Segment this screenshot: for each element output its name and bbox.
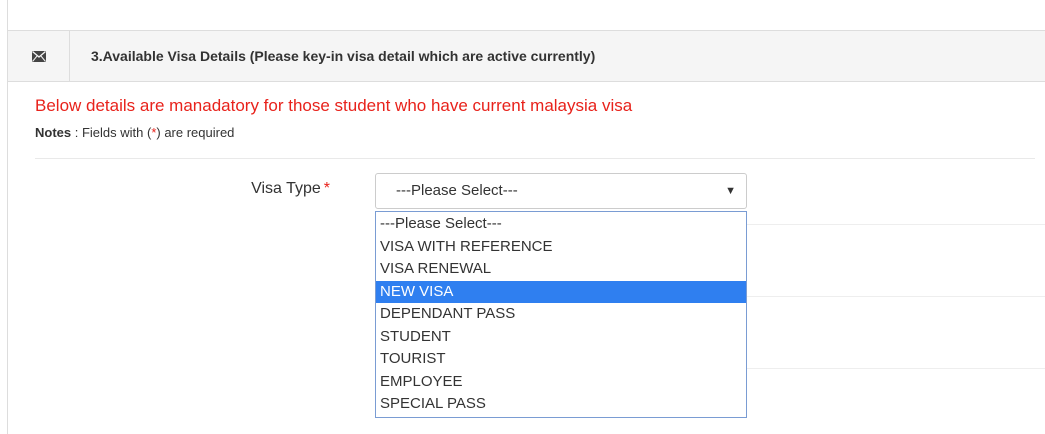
notes-line: Notes : Fields with (*) are required	[35, 125, 234, 140]
notes-text-before: : Fields with (	[71, 125, 152, 140]
dropdown-option[interactable]: NEW VISA	[376, 280, 746, 303]
panel-title: 3.Available Visa Details (Please key-in …	[91, 48, 596, 64]
mandatory-message: Below details are manadatory for those s…	[35, 96, 633, 115]
visa-type-selected-value: ---Please Select---	[396, 182, 518, 199]
dropdown-option[interactable]: EMPLOYEE	[376, 371, 746, 394]
panel-header: 3.Available Visa Details (Please key-in …	[8, 30, 1045, 82]
page: 3.Available Visa Details (Please key-in …	[0, 0, 1045, 434]
notes-text-after: ) are required	[156, 125, 235, 140]
blank-area	[28, 213, 353, 418]
dropdown-option[interactable]: SPECIAL PASS	[376, 393, 746, 416]
visa-type-dropdown-list[interactable]: ---Please Select--- VISA WITH REFERENCE VI…	[375, 211, 747, 418]
dropdown-option[interactable]: TOURIST	[376, 348, 746, 371]
form-row-divider	[747, 296, 1045, 297]
dropdown-option[interactable]: STUDENT	[376, 326, 746, 349]
visa-type-required-mark: *	[323, 180, 330, 197]
form-row-divider	[747, 224, 1045, 225]
notes-label: Notes	[35, 125, 72, 140]
form-row-divider	[747, 368, 1045, 369]
top-strip	[0, 0, 1045, 30]
visa-type-select[interactable]: ---Please Select--- ▼	[375, 173, 747, 209]
dropdown-option[interactable]: VISA WITH REFERENCE	[376, 236, 746, 259]
dropdown-option[interactable]: VISA RENEWAL	[376, 258, 746, 281]
visa-type-label: Visa Type *	[150, 180, 330, 198]
envelope-icon	[8, 31, 70, 81]
dropdown-option[interactable]: ---Please Select---	[376, 213, 746, 236]
visa-type-label-text: Visa Type	[251, 180, 321, 197]
chevron-down-icon: ▼	[725, 185, 736, 197]
dropdown-option[interactable]: DEPENDANT PASS	[376, 303, 746, 326]
separator	[35, 158, 1035, 159]
